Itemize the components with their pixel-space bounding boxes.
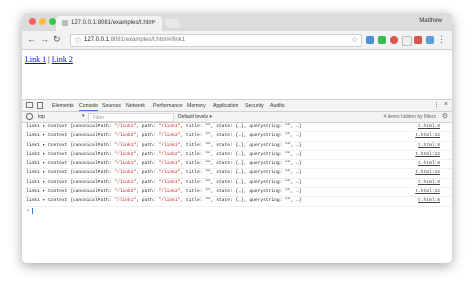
bookmark-star-icon[interactable]: ☆ — [351, 35, 358, 44]
close-devtools-icon[interactable]: × — [444, 101, 448, 108]
link-separator: | — [48, 55, 50, 64]
console-row[interactable]: link1 ▸ Context {canonicalPath: "/link1"… — [22, 142, 452, 151]
text-cursor — [32, 207, 33, 214]
clear-console-icon[interactable] — [26, 113, 33, 120]
source-link[interactable]: t.html:8 — [418, 161, 440, 166]
inspect-element-icon[interactable] — [26, 102, 33, 108]
back-arrow-icon[interactable]: ← — [27, 34, 36, 44]
devtools-tab-console[interactable]: Console — [79, 103, 99, 111]
console-message: link1 ▸ Context {canonicalPath: "/link1"… — [26, 142, 302, 148]
console-message: link1 ▸ Context {canonicalPath: "/link2"… — [26, 189, 302, 195]
devtools-menu-icon[interactable]: ⋮ — [433, 101, 440, 109]
forward-arrow-icon[interactable]: → — [40, 34, 49, 44]
browser-menu-icon[interactable]: ⋮ — [437, 34, 446, 45]
source-link[interactable]: t.html:8 — [418, 143, 440, 148]
context-selector[interactable]: top — [38, 114, 45, 120]
console-prompt: › — [26, 206, 30, 214]
page-icon — [62, 20, 68, 26]
link-1[interactable]: Link 1 — [25, 55, 46, 64]
source-link[interactable]: t.html:12 — [415, 152, 440, 157]
console-message: link1 ▸ Context {canonicalPath: "/link2"… — [26, 170, 302, 176]
console-row[interactable]: link1 ▸ Context {canonicalPath: "/link1"… — [22, 179, 452, 189]
devtools-tab-elements[interactable]: Elements — [52, 103, 74, 109]
extension-icon[interactable] — [414, 36, 422, 44]
console-row[interactable]: link1 ▸ Context {canonicalPath: "/link2"… — [22, 169, 452, 179]
console-message: link2 ▸ Context {canonicalPath: "/link2"… — [26, 151, 302, 157]
console-row[interactable]: link1 ▸ Context {canonicalPath: "/link1"… — [22, 123, 452, 133]
extension-icon[interactable] — [366, 36, 374, 44]
browser-tab[interactable]: 127.0.0.1:8081/examples/t.htm × — [56, 16, 162, 31]
extension-icon[interactable] — [390, 36, 398, 44]
console-message: link1 ▸ Context {canonicalPath: "/link2"… — [26, 133, 302, 139]
filter-input[interactable]: Filter — [88, 113, 174, 122]
devtools-tab-audits[interactable]: Audits — [270, 103, 284, 109]
console-message: link1 ▸ Context {canonicalPath: "/link1"… — [26, 198, 302, 204]
console-message: link1 ▸ Context {canonicalPath: "/link1"… — [26, 124, 302, 129]
url-text: 127.0.0.1:8081/examples/t.html#/link1 — [84, 37, 186, 43]
source-link[interactable]: t.html:8 — [418, 124, 440, 129]
devtools-tab-sources[interactable]: Sources — [102, 103, 121, 109]
browser-toolbar: ← → ↻ ⓘ 127.0.0.1:8081/examples/t.html#/… — [22, 31, 452, 50]
console-message: link1 ▸ Context {canonicalPath: "/link1"… — [26, 179, 302, 185]
devtools-tab-security[interactable]: Security — [245, 103, 264, 109]
devtools-tab-performance[interactable]: Performance — [153, 103, 183, 109]
devtools-tab-network[interactable]: Network — [126, 103, 145, 109]
hidden-items-info: 4 items hidden by filters — [383, 114, 436, 120]
devtools-tab-bar: Elements Console Sources Network Performance… — [22, 100, 452, 112]
console-toolbar: top ▾ Filter Default levels ▾ 4 items hi… — [22, 112, 452, 123]
source-link[interactable]: t.html:12 — [415, 189, 440, 194]
devtools-tab-application[interactable]: Application — [213, 103, 238, 109]
console-row[interactable]: link2 ▸ Context {canonicalPath: "/link2"… — [22, 151, 452, 161]
console-row[interactable]: link1 ▸ Context {canonicalPath: "/link1"… — [22, 197, 452, 207]
chevron-down-icon[interactable]: ▾ — [82, 113, 85, 119]
close-window-button[interactable] — [29, 18, 36, 25]
minimize-window-button[interactable] — [39, 18, 46, 25]
source-link[interactable]: t.html:12 — [415, 170, 440, 175]
devtools-panel: Elements Console Sources Network Performance… — [22, 99, 452, 263]
close-tab-icon[interactable]: × — [152, 19, 156, 26]
source-link[interactable]: t.html:8 — [418, 198, 440, 203]
console-message: link1 ▸ Context {canonicalPath: "/link1"… — [26, 161, 302, 167]
console-output: link1 ▸ Context {canonicalPath: "/link1"… — [22, 123, 452, 215]
gear-icon[interactable]: ⚙ — [442, 112, 448, 120]
device-toolbar-icon[interactable] — [37, 102, 43, 109]
info-icon[interactable]: ⓘ — [75, 36, 81, 45]
profile-name[interactable]: Matthew — [419, 18, 442, 24]
devtools-tab-memory[interactable]: Memory — [187, 103, 206, 109]
extension-icon[interactable] — [378, 36, 386, 44]
extension-icon[interactable] — [426, 36, 434, 44]
new-tab-button[interactable] — [164, 19, 182, 28]
log-levels-dropdown[interactable]: Default levels ▾ — [178, 114, 212, 120]
link-2[interactable]: Link 2 — [52, 55, 73, 64]
console-row[interactable]: link1 ▸ Context {canonicalPath: "/link2"… — [22, 188, 452, 198]
reload-icon[interactable]: ↻ — [53, 34, 61, 45]
address-bar[interactable]: ⓘ 127.0.0.1:8081/examples/t.html#/link1 … — [70, 34, 362, 47]
source-link[interactable]: t.html:12 — [415, 133, 440, 138]
maximize-window-button[interactable] — [49, 18, 56, 25]
console-prompt-row[interactable]: › — [22, 207, 452, 215]
tab-title: 127.0.0.1:8081/examples/t.htm — [71, 20, 154, 26]
title-bar: 127.0.0.1:8081/examples/t.htm × Matthew — [22, 13, 452, 31]
source-link[interactable]: t.html:8 — [418, 180, 440, 185]
link-bar: Link 1 | Link 2 — [25, 55, 73, 64]
extension-icon[interactable] — [402, 36, 412, 46]
console-row[interactable]: link1 ▸ Context {canonicalPath: "/link2"… — [22, 132, 452, 142]
console-row[interactable]: link1 ▸ Context {canonicalPath: "/link1"… — [22, 160, 452, 170]
browser-window: 127.0.0.1:8081/examples/t.htm × Matthew … — [22, 13, 452, 263]
